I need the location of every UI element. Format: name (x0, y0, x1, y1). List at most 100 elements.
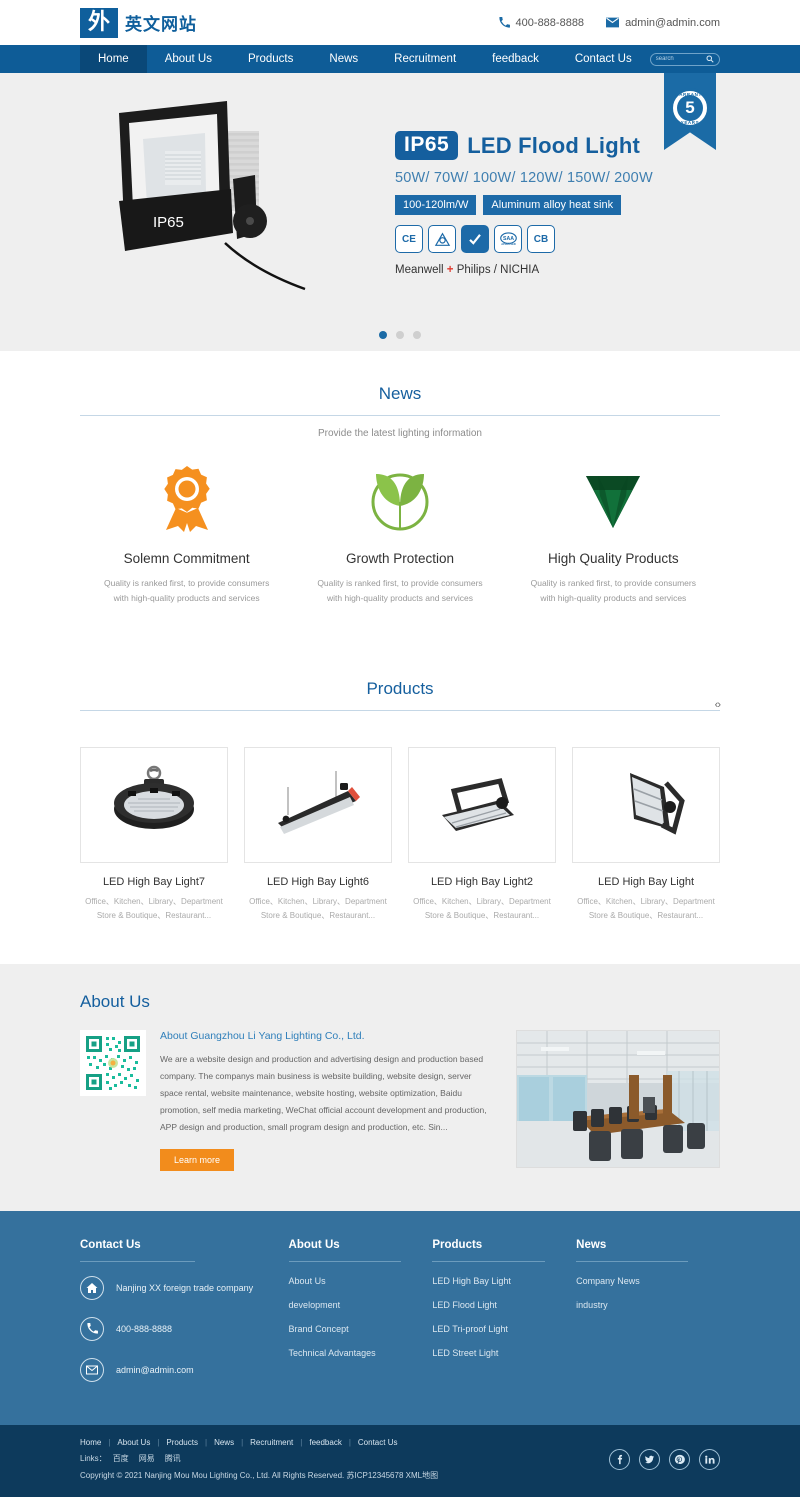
nav-item-recruitment[interactable]: Recruitment (376, 45, 474, 73)
product-desc: Office、Kitchen、Library、Department Store … (413, 896, 551, 921)
product-card[interactable]: LED High Bay Light7 Office、Kitchen、Libra… (80, 746, 228, 924)
footer-link-technical-advantages[interactable]: Technical Advantages (289, 1348, 433, 1358)
product-image (572, 746, 720, 863)
site-logo[interactable]: 外 英文网站 (80, 7, 197, 38)
nav-item-feedback[interactable]: feedback (474, 45, 557, 73)
footer-contact-phone[interactable]: 400-888-8888 (80, 1316, 289, 1341)
products-grid: LED High Bay Light7 Office、Kitchen、Libra… (80, 746, 720, 964)
search-box[interactable] (649, 52, 720, 66)
nav-item-about-us[interactable]: About Us (147, 45, 230, 73)
footer-email-text: admin@admin.com (116, 1364, 194, 1375)
friendly-link-tencent[interactable]: 腾讯 (165, 1454, 181, 1463)
nav-item-home[interactable]: Home (80, 45, 147, 73)
bottom-nav-about-us[interactable]: About Us (117, 1438, 150, 1447)
search-icon (706, 55, 714, 63)
cert-cb-icon: CB (527, 225, 555, 253)
twitter-icon[interactable] (639, 1449, 660, 1471)
products-carousel-arrows: ‹› (715, 699, 721, 711)
product-card[interactable]: LED High Bay Light2 Office、Kitchen、Libra… (408, 746, 556, 924)
feature-desc: Quality is ranked first, to provide cons… (103, 578, 270, 603)
feature-card[interactable]: High Quality Products Quality is ranked … (507, 463, 720, 606)
bottom-nav-feedback[interactable]: feedback (309, 1438, 341, 1447)
phone-icon (498, 17, 510, 28)
product-card[interactable]: LED High Bay Light Office、Kitchen、Librar… (572, 746, 720, 924)
feature-card[interactable]: Growth Protection Quality is ranked firs… (293, 463, 506, 606)
main-navigation: Home About Us Products News Recruitment … (0, 45, 800, 73)
footer-contact-email[interactable]: admin@admin.com (80, 1357, 289, 1382)
news-title: News (378, 384, 422, 403)
slider-dot-2[interactable] (396, 331, 404, 339)
facebook-icon[interactable] (609, 1449, 630, 1471)
footer-link-development[interactable]: development (289, 1300, 433, 1310)
feature-card[interactable]: Solemn Commitment Quality is ranked firs… (80, 463, 293, 606)
nav-item-contact-us[interactable]: Contact Us (557, 45, 650, 73)
ribbon-number: 5 (677, 95, 703, 121)
bottom-nav-home[interactable]: Home (80, 1438, 101, 1447)
nav-item-products[interactable]: Products (230, 45, 311, 73)
warranty-ribbon: 5 WARRANTY YEARS (664, 73, 716, 150)
footer-link-brand-concept[interactable]: Brand Concept (289, 1324, 433, 1334)
svg-text:IP65: IP65 (153, 214, 184, 231)
mail-icon (80, 1357, 104, 1382)
product-card[interactable]: LED High Bay Light6 Office、Kitchen、Libra… (244, 746, 392, 924)
header-email-text: admin@admin.com (625, 16, 720, 29)
search-input[interactable] (655, 56, 706, 62)
product-name: LED High Bay Light7 (102, 875, 206, 888)
header-email[interactable]: admin@admin.com (606, 17, 720, 29)
footer-link-flood-light[interactable]: LED Flood Light (432, 1300, 576, 1310)
phone-icon (80, 1316, 104, 1341)
friendly-links-row: Links： 百度 网易 腾讯 (80, 1451, 438, 1468)
diamond-icon (517, 463, 710, 535)
about-title: About Us (80, 991, 150, 1011)
footer-contact-column: Contact Us Nanjing XX foreign trade comp… (80, 1239, 289, 1399)
bottom-nav-contact-us[interactable]: Contact Us (358, 1438, 398, 1447)
about-image (516, 1029, 720, 1168)
bottom-nav-products[interactable]: Products (166, 1438, 198, 1447)
footer-divider (288, 1260, 401, 1262)
logo-mark: 外 (80, 7, 118, 38)
friendly-link-netease[interactable]: 网易 (139, 1454, 155, 1463)
feature-list: Solemn Commitment Quality is ranked firs… (80, 463, 720, 646)
hero-product-image: IP65 (95, 88, 355, 308)
pinterest-icon[interactable] (669, 1449, 690, 1471)
nav-item-news[interactable]: News (311, 45, 376, 73)
search-button[interactable] (706, 55, 714, 63)
hero-brands: Meanwell + Philips / NICHIA (395, 264, 705, 276)
feature-title: Solemn Commitment (123, 551, 250, 566)
footer-link-about-us[interactable]: About Us (289, 1276, 433, 1286)
feature-desc: Quality is ranked first, to provide cons… (317, 578, 483, 603)
footer-link-industry[interactable]: industry (576, 1300, 720, 1310)
product-image (408, 746, 556, 863)
products-title: Products (366, 678, 434, 698)
cert-ce-icon: CE (395, 225, 423, 253)
footer-link-tri-proof-light[interactable]: LED Tri-proof Light (432, 1324, 576, 1334)
news-subtitle: Provide the latest lighting information (318, 428, 482, 439)
ribbon-warranty-label: WARRANTY (674, 92, 706, 97)
bottom-nav-news[interactable]: News (214, 1438, 234, 1447)
header-phone[interactable]: 400-888-8888 (498, 17, 584, 29)
footer-contact-address[interactable]: Nanjing XX foreign trade company (80, 1275, 289, 1300)
friendly-link-baidu[interactable]: 百度 (113, 1454, 129, 1463)
bottom-nav-recruitment[interactable]: Recruitment (250, 1438, 293, 1447)
home-icon (80, 1275, 104, 1300)
footer-link-company-news[interactable]: Company News (576, 1276, 720, 1286)
footer-about-title: About Us (288, 1238, 340, 1251)
chevron-right-icon[interactable]: › (717, 699, 721, 711)
cert-saa-icon: SAA APPROVED (494, 225, 522, 253)
footer-link-street-light[interactable]: LED Street Light (432, 1348, 576, 1358)
social-links (609, 1449, 720, 1471)
hero-brand-philips: Philips / NICHIA (453, 264, 540, 276)
linkedin-icon[interactable] (699, 1449, 720, 1471)
footer-link-high-bay-light[interactable]: LED High Bay Light (432, 1276, 576, 1286)
qr-code (80, 1029, 146, 1096)
hero-title: LED Flood Light (467, 132, 641, 158)
hero-wattage: 50W/ 70W/ 100W/ 120W/ 150W/ 200W (395, 170, 653, 186)
learn-more-button[interactable]: Learn more (160, 1148, 235, 1171)
slider-dot-1[interactable] (379, 331, 387, 339)
about-section: About Us About Guangzhou Li Yang Lightin… (0, 963, 800, 1211)
footer-phone-text: 400-888-8888 (116, 1323, 173, 1334)
nav-items: Home About Us Products News Recruitment … (80, 45, 650, 73)
hero-brand-plus: + (446, 264, 454, 276)
product-name: LED High Bay Light6 (266, 875, 370, 888)
slider-dot-3[interactable] (413, 331, 421, 339)
